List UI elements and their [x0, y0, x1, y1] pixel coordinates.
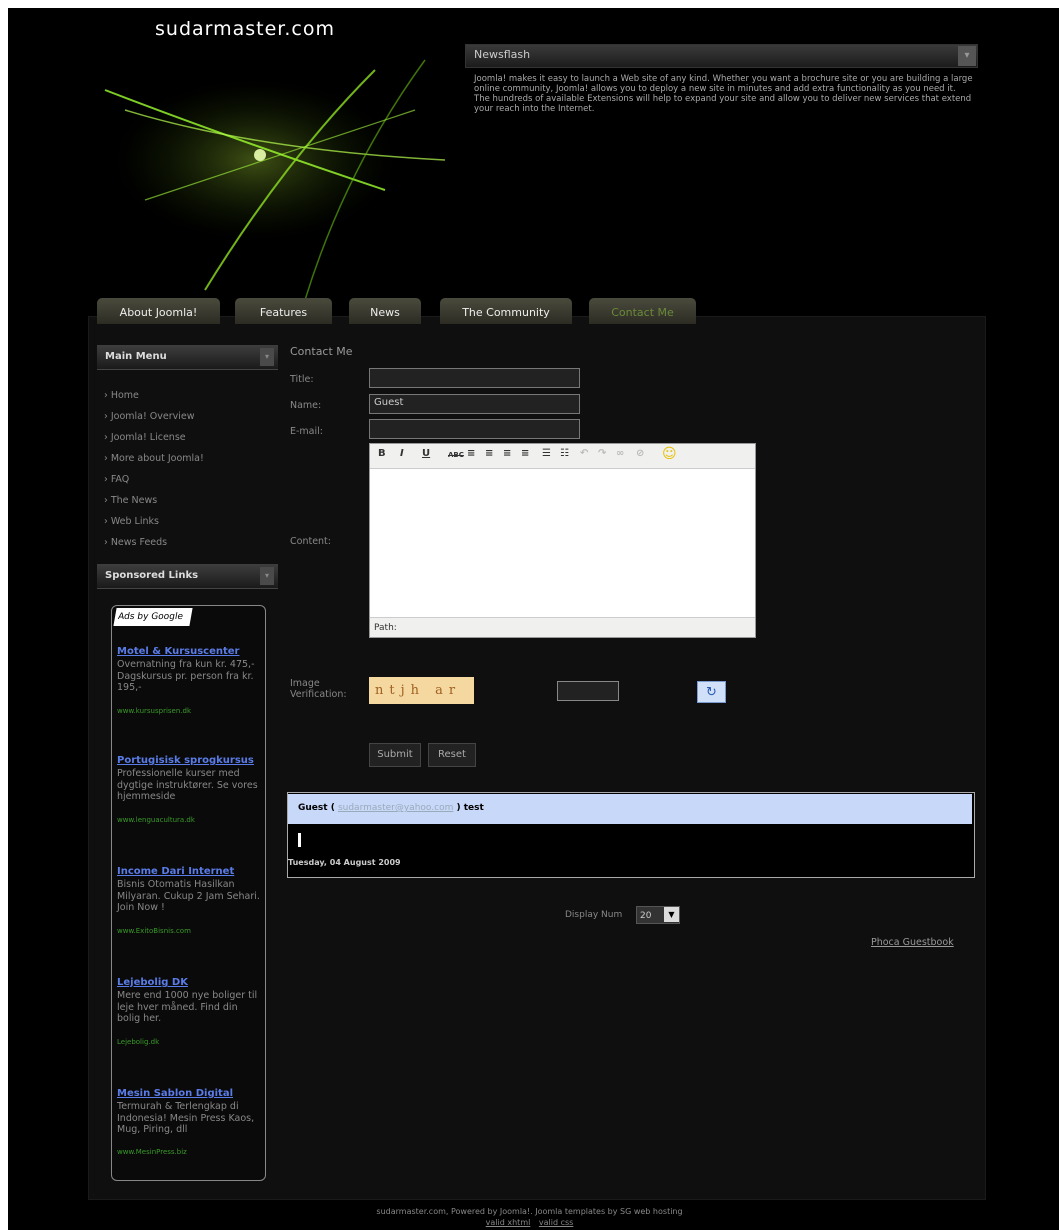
menu-item-news-feeds[interactable]: › News Feeds [104, 537, 167, 548]
emoticon-icon[interactable]: ☺ [662, 446, 677, 462]
captcha-input[interactable] [557, 681, 619, 701]
ad-text[interactable]: Overnatning fra kun kr. 475,- Dagskursus… [117, 659, 262, 694]
tab-features[interactable]: Features [235, 298, 332, 324]
editor-path: Path: [370, 617, 755, 637]
title-field[interactable] [369, 368, 580, 388]
sponsored-links-collapse-icon[interactable]: ▾ [260, 567, 274, 585]
newsflash-title: Newsflash [474, 48, 531, 61]
ad-url[interactable]: www.kursusprisen.dk [117, 707, 191, 715]
redo-icon[interactable]: ↷ [598, 448, 606, 459]
header-light-art [104, 59, 446, 301]
main-menu-title: Main Menu [105, 351, 167, 362]
captcha-image: ntjh ar [369, 677, 474, 704]
ad-title[interactable]: Income Dari Internet [117, 866, 234, 877]
tab-about-joomla[interactable]: About Joomla! [97, 298, 220, 324]
valid-css-link[interactable]: valid css [539, 1218, 573, 1227]
content-label: Content: [290, 536, 331, 547]
bold-icon[interactable]: B [378, 448, 386, 459]
menu-item-joomla-overview[interactable]: › Joomla! Overview [104, 411, 195, 422]
menu-item-the-news[interactable]: › The News [104, 495, 157, 506]
name-field[interactable]: Guest [369, 394, 580, 414]
ad-title[interactable]: Motel & Kursuscenter [117, 646, 239, 657]
bullet-list-icon[interactable]: ☰ [542, 448, 551, 459]
name-label: Name: [290, 400, 322, 411]
newsflash-header [465, 44, 978, 68]
numbered-list-icon[interactable]: ☷ [560, 448, 569, 459]
menu-item-home[interactable]: › Home [104, 390, 139, 401]
valid-xhtml-link[interactable]: valid xhtml [486, 1218, 531, 1227]
menu-item-faq[interactable]: › FAQ [104, 474, 129, 485]
strikethrough-icon[interactable]: ABC [448, 451, 464, 459]
title-label: Title: [290, 374, 314, 385]
contact-heading: Contact Me [290, 345, 353, 358]
ad-text[interactable]: Professionelle kurser med dygtige instru… [117, 768, 262, 803]
link-icon[interactable]: ∞ [616, 448, 624, 459]
align-right-icon[interactable]: ≡ [503, 448, 511, 459]
newsflash-text: Joomla! makes it easy to launch a Web si… [474, 74, 973, 114]
email-field[interactable] [369, 419, 580, 439]
undo-icon[interactable]: ↶ [580, 448, 588, 459]
email-label: E-mail: [290, 426, 323, 437]
footer-text: sudarmaster.com, Powered by Joomla!. Joo… [376, 1207, 683, 1216]
ads-by-google-label[interactable]: Ads by Google [113, 608, 193, 626]
site-title[interactable]: sudarmaster.com [155, 18, 335, 40]
guestbook-entry-date: Tuesday, 04 August 2009 [288, 858, 401, 867]
ad-title[interactable]: Lejebolig DK [117, 977, 188, 988]
guestbook-email-link[interactable]: sudarmaster@yahoo.com [338, 803, 453, 813]
menu-item-joomla-license[interactable]: › Joomla! License [104, 432, 186, 443]
main-menu-collapse-icon[interactable]: ▾ [260, 348, 274, 366]
tab-the-community[interactable]: The Community [440, 298, 572, 324]
align-left-icon[interactable]: ≡ [467, 448, 475, 459]
guestbook-entry-content [298, 833, 301, 847]
ad-title[interactable]: Mesin Sablon Digital [117, 1088, 233, 1099]
main-menu-header: Main Menu ▾ [97, 345, 278, 370]
ad-url[interactable]: www.MesinPress.biz [117, 1148, 187, 1156]
align-center-icon[interactable]: ≡ [485, 448, 493, 459]
ad-url[interactable]: Lejebolig.dk [117, 1038, 159, 1046]
editor-toolbar: B I U ABC ≡ ≡ ≡ ≡ ☰ ☷ ↶ ↷ ∞ ⊘ ☺ [370, 444, 755, 469]
ad-title[interactable]: Portugisisk sprogkursus [117, 755, 254, 766]
menu-item-web-links[interactable]: › Web Links [104, 516, 159, 527]
ad-url[interactable]: www.lenguacultura.dk [117, 816, 195, 824]
display-num-label: Display Num [565, 910, 623, 920]
phoca-guestbook-link[interactable]: Phoca Guestbook [871, 937, 954, 948]
sponsored-links-header: Sponsored Links ▾ [97, 564, 278, 589]
content-editor[interactable]: B I U ABC ≡ ≡ ≡ ≡ ☰ ☷ ↶ ↷ ∞ ⊘ ☺ Path: [369, 443, 756, 638]
sponsored-links-title: Sponsored Links [105, 570, 199, 581]
unlink-icon[interactable]: ⊘ [636, 448, 644, 459]
reset-button[interactable]: Reset [428, 743, 476, 767]
ad-text[interactable]: Mere end 1000 nye boliger til leje hver … [117, 990, 262, 1025]
tab-contact-me[interactable]: Contact Me [589, 298, 696, 324]
ad-text[interactable]: Termurah & Terlengkap di Indonesia! Mesi… [117, 1101, 262, 1136]
ad-text[interactable]: Bisnis Otomatis Hasilkan Milyaran. Cukup… [117, 879, 262, 914]
menu-item-more-about-joomla[interactable]: › More about Joomla! [104, 453, 204, 464]
image-verification-label: Image Verification: [290, 678, 347, 700]
guestbook-entry-title: Guest ( sudarmaster@yahoo.com ) test [298, 803, 484, 813]
italic-icon[interactable]: I [400, 448, 404, 459]
chevron-down-icon[interactable]: ▼ [664, 907, 679, 922]
refresh-captcha-icon[interactable]: ↻ [697, 681, 726, 703]
submit-button[interactable]: Submit [369, 743, 421, 767]
newsflash-collapse-icon[interactable]: ▾ [958, 46, 976, 66]
footer-links: valid xhtml valid css [0, 1218, 1059, 1227]
tab-news[interactable]: News [349, 298, 421, 324]
align-justify-icon[interactable]: ≡ [521, 448, 529, 459]
underline-icon[interactable]: U [422, 448, 430, 459]
ad-url[interactable]: www.ExitoBisnis.com [117, 927, 191, 935]
